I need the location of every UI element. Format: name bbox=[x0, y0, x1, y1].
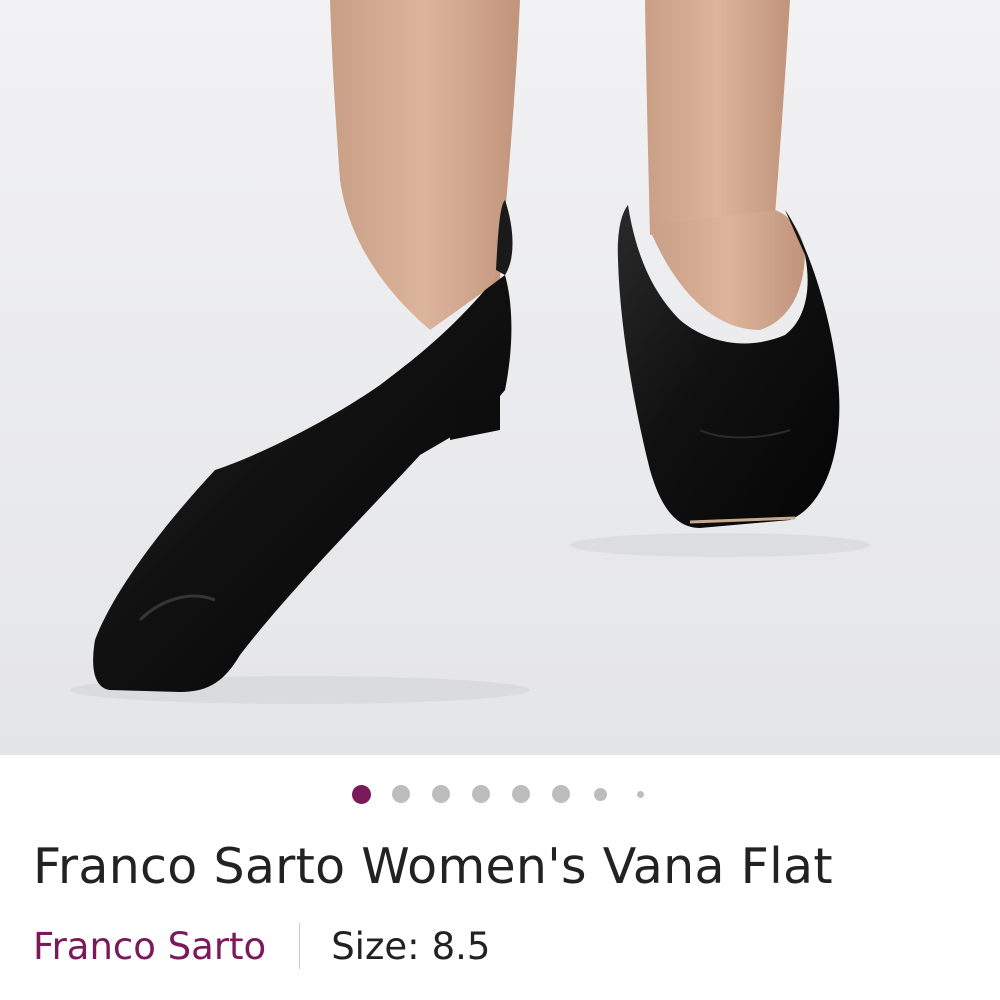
brand-link[interactable]: Franco Sarto bbox=[33, 925, 266, 968]
size-value: 8.5 bbox=[431, 924, 491, 968]
carousel-dot-2[interactable] bbox=[392, 785, 410, 803]
carousel-dot-4[interactable] bbox=[472, 785, 490, 803]
carousel-dot-7[interactable] bbox=[594, 788, 607, 801]
carousel-dot-6[interactable] bbox=[552, 785, 570, 803]
carousel-dot-5[interactable] bbox=[512, 785, 530, 803]
carousel-dot-3[interactable] bbox=[432, 785, 450, 803]
product-meta-row: Franco Sarto Size: 8.5 bbox=[33, 918, 490, 974]
product-photo-image bbox=[0, 0, 1000, 755]
product-photo[interactable] bbox=[0, 0, 1000, 755]
product-title: Franco Sarto Women's Vana Flat bbox=[33, 838, 833, 895]
carousel-dot-1[interactable] bbox=[352, 785, 371, 804]
carousel-dot-8[interactable] bbox=[637, 791, 644, 798]
meta-divider bbox=[299, 923, 301, 969]
product-listing-page: Franco Sarto Women's Vana Flat Franco Sa… bbox=[0, 0, 1000, 1000]
size-label: Size: bbox=[331, 924, 420, 968]
image-carousel-indicator[interactable] bbox=[0, 783, 1000, 805]
